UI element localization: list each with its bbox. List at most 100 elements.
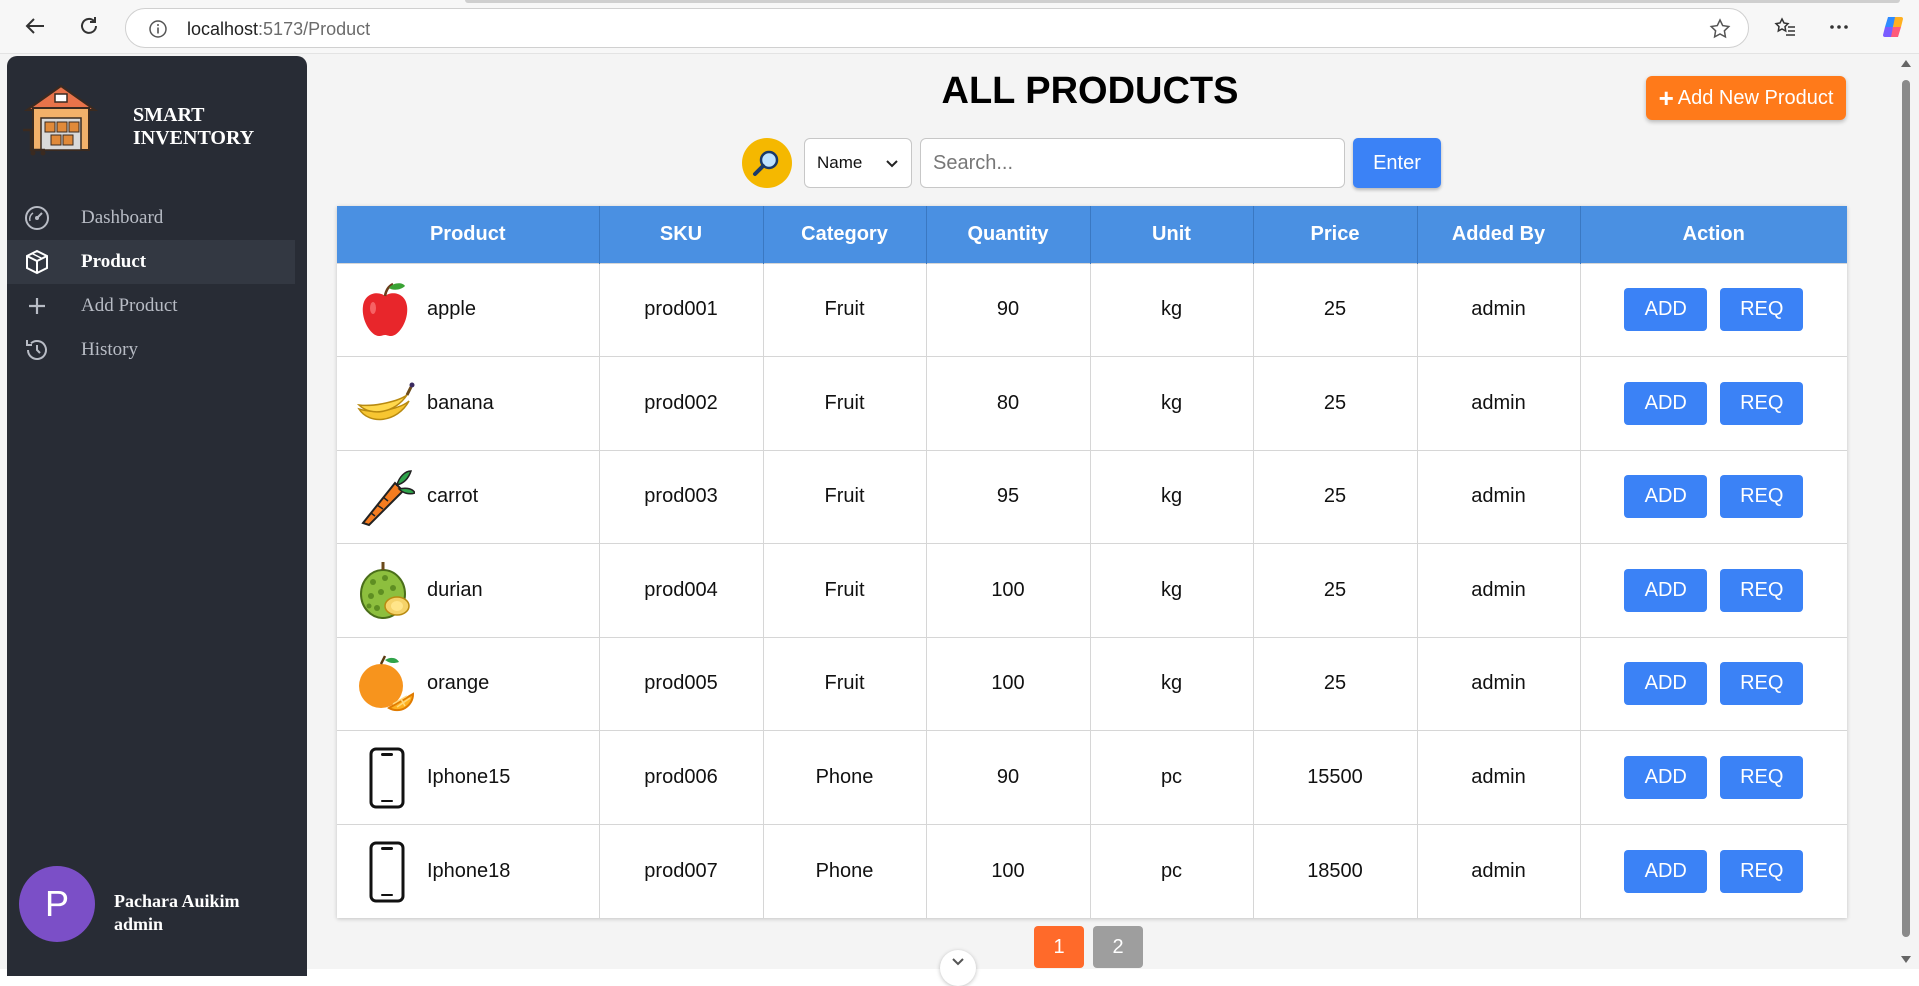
brand-name: SMART INVENTORY [133,104,254,150]
request-button[interactable]: REQ [1720,381,1804,425]
favorite-star-icon[interactable] [1708,17,1732,41]
request-button[interactable]: REQ [1720,475,1804,519]
added-by-cell: admin [1417,636,1581,731]
page-button-1[interactable]: 1 [1034,926,1084,968]
sku-cell: prod001 [599,262,764,357]
table-row: banana prod002 Fruit 80 kg 25 admin ADD … [337,356,1847,450]
sidebar-item-label: Dashboard [81,207,164,228]
dashboard-gauge-icon [23,204,51,232]
unit-cell: kg [1090,356,1254,450]
table-header-row: Product SKU Category Quantity Unit Price… [337,206,1847,263]
carrot-icon [355,465,415,529]
sidebar-item-label: History [81,339,138,360]
search-filter-select[interactable]: Name [804,138,912,188]
product-name: apple [427,298,476,321]
category-cell: Phone [763,730,927,824]
product-name: durian [427,578,483,601]
scroll-down-button[interactable] [940,950,976,986]
tab-strip [465,0,1900,3]
user-profile[interactable]: P Pachara Auikim admin [19,866,299,946]
phone-icon [355,839,415,903]
brand: SMART INVENTORY [21,80,301,160]
column-header-category: Category [763,206,927,263]
cube-icon [23,248,51,276]
price-cell: 25 [1253,636,1418,731]
history-icon [23,336,51,364]
sidebar-item-label: Add Product [81,295,178,316]
table-row: apple prod001 Fruit 90 kg 25 admin ADD R… [337,262,1847,357]
browser-toolbar: localhost:5173/Product [0,0,1919,54]
search-filter-value: Name [817,153,863,172]
column-header-quantity: Quantity [926,206,1091,263]
table-row: durian prod004 Fruit 100 kg 25 admin ADD… [337,543,1847,637]
price-cell: 25 [1253,543,1418,637]
orange-icon [355,652,415,716]
quantity-cell: 90 [926,730,1091,824]
request-button[interactable]: REQ [1720,755,1804,799]
added-by-cell: admin [1417,730,1581,824]
unit-cell: kg [1090,262,1254,357]
action-cell: ADD REQ [1580,636,1847,731]
page-title: ALL PRODUCTS [941,70,1239,112]
unit-cell: kg [1090,543,1254,637]
add-stock-button[interactable]: ADD [1624,662,1708,706]
sku-cell: prod003 [599,449,764,544]
request-button[interactable]: REQ [1720,662,1804,706]
copilot-icon[interactable] [1878,12,1908,42]
price-cell: 25 [1253,449,1418,544]
more-options-icon[interactable] [1824,12,1854,42]
sidebar-item-dashboard[interactable]: Dashboard [7,196,307,240]
sidebar-item-add-product[interactable]: Add Product [7,284,307,328]
add-stock-button[interactable]: ADD [1624,755,1708,799]
request-button[interactable]: REQ [1720,849,1804,893]
sidebar-item-history[interactable]: History [7,328,307,372]
search-input[interactable] [920,138,1345,188]
request-button[interactable]: REQ [1720,568,1804,612]
scrollbar-thumb[interactable] [1902,80,1910,937]
page-scrollbar[interactable] [1896,54,1916,969]
scroll-down-arrow-icon[interactable] [1901,956,1911,963]
favorites-list-icon[interactable] [1770,12,1800,42]
info-icon[interactable] [148,19,168,39]
add-stock-button[interactable]: ADD [1624,381,1708,425]
added-by-cell: admin [1417,543,1581,637]
added-by-cell: admin [1417,262,1581,357]
product-cell: carrot [337,449,600,544]
price-cell: 15500 [1253,730,1418,824]
plus-icon [23,292,51,320]
quantity-cell: 100 [926,823,1091,918]
add-new-product-button[interactable]: + Add New Product [1646,76,1846,120]
table-row: orange prod005 Fruit 100 kg 25 admin ADD… [337,636,1847,731]
add-stock-button[interactable]: ADD [1624,475,1708,519]
page-button-2[interactable]: 2 [1093,926,1143,968]
sidebar-item-label: Product [81,251,147,272]
product-name: Iphone18 [427,859,511,882]
quantity-cell: 95 [926,449,1091,544]
column-header-unit: Unit [1090,206,1254,263]
add-stock-button[interactable]: ADD [1624,288,1708,332]
main-content: ALL PRODUCTS + Add New Product Name Ente… [320,54,1890,986]
address-bar[interactable]: localhost:5173/Product [125,8,1749,48]
add-stock-button[interactable]: ADD [1624,849,1708,893]
request-button[interactable]: REQ [1720,288,1804,332]
added-by-cell: admin [1417,356,1581,450]
scroll-up-arrow-icon[interactable] [1901,60,1911,67]
add-stock-button[interactable]: ADD [1624,568,1708,612]
url-text: localhost:5173/Product [187,19,370,40]
sku-cell: prod007 [599,823,764,918]
product-name: orange [427,672,490,695]
column-header-action: Action [1580,206,1847,263]
price-cell: 25 [1253,356,1418,450]
url-host: localhost [187,19,259,39]
quantity-cell: 100 [926,543,1091,637]
sku-cell: prod006 [599,730,764,824]
user-role: admin [114,914,164,934]
back-icon[interactable] [20,11,50,41]
sku-cell: prod002 [599,356,764,450]
refresh-icon[interactable] [74,11,104,41]
sidebar-item-product[interactable]: Product [7,240,295,284]
table-row: carrot prod003 Fruit 95 kg 25 admin ADD … [337,449,1847,544]
user-info: Pachara Auikim admin [114,890,240,936]
enter-button[interactable]: Enter [1353,138,1441,188]
quantity-cell: 90 [926,262,1091,357]
